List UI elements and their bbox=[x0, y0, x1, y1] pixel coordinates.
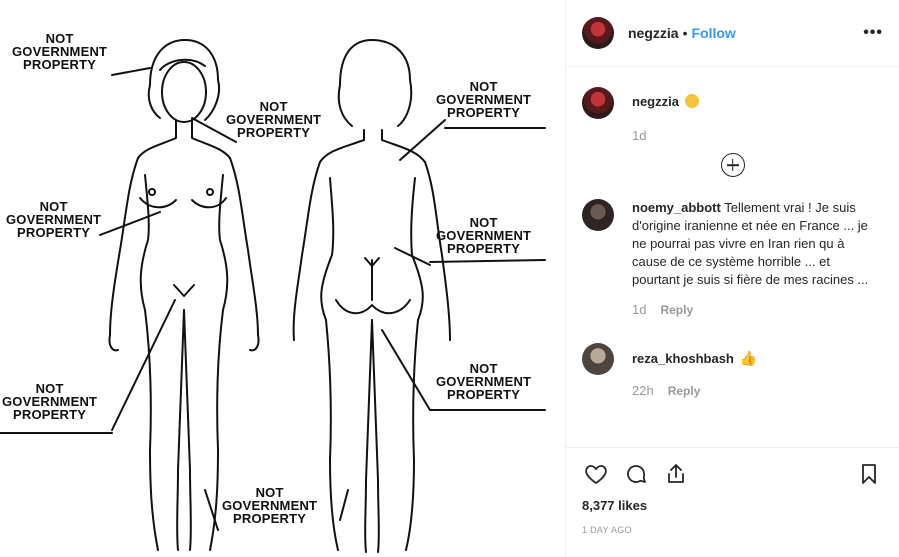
comment-time[interactable]: 22h bbox=[632, 382, 654, 400]
likes-count[interactable]: 8,377 likes bbox=[582, 498, 883, 513]
post-timestamp[interactable]: 1 DAY AGO bbox=[582, 525, 883, 535]
avatar[interactable] bbox=[582, 199, 614, 231]
avatar[interactable] bbox=[582, 343, 614, 375]
label-back-upper: NOT GOVERNMENT PROPERTY bbox=[436, 79, 532, 120]
label-chest-front: NOT GOVERNMENT PROPERTY bbox=[6, 199, 102, 240]
follow-button[interactable]: Follow bbox=[691, 25, 735, 41]
list-item: noemy_abbott Tellement vrai ! Je suis d'… bbox=[582, 199, 883, 319]
post-image[interactable]: NOT GOVERNMENT PROPERTY NOT GOVERNMENT PROPE… bbox=[0, 0, 565, 557]
more-options-icon[interactable]: ••• bbox=[863, 24, 883, 42]
reply-button[interactable]: Reply bbox=[668, 382, 701, 400]
label-back-lower: NOT GOVERNMENT PROPERTY bbox=[436, 361, 532, 402]
post-side-panel: negzzia • Follow ••• negzzia 1d noemy_ab… bbox=[565, 0, 899, 557]
avatar[interactable] bbox=[582, 17, 614, 49]
comments-list: negzzia 1d noemy_abbott Tellement vrai !… bbox=[566, 67, 899, 447]
comment-username[interactable]: reza_khoshbash bbox=[632, 351, 734, 366]
post-author-username[interactable]: negzzia bbox=[628, 25, 679, 41]
thumbs-up-emoji-icon: 👍 bbox=[739, 350, 757, 366]
share-icon[interactable] bbox=[662, 460, 690, 488]
separator-dot: • bbox=[682, 25, 688, 41]
post-header: negzzia • Follow ••• bbox=[566, 0, 899, 67]
smirk-emoji-icon bbox=[684, 94, 699, 108]
avatar[interactable] bbox=[582, 87, 614, 119]
comment-icon[interactable] bbox=[622, 460, 650, 488]
comment-time[interactable]: 1d bbox=[632, 301, 646, 319]
label-hips-front: NOT GOVERNMENT PROPERTY bbox=[2, 381, 98, 422]
caption-username[interactable]: negzzia bbox=[632, 94, 679, 109]
caption: negzzia 1d bbox=[582, 87, 883, 145]
label-head-front: NOT GOVERNMENT PROPERTY bbox=[12, 31, 108, 72]
post-actions: 8,377 likes 1 DAY AGO bbox=[566, 447, 899, 535]
bookmark-icon[interactable] bbox=[855, 460, 883, 488]
label-legs: NOT GOVERNMENT PROPERTY bbox=[222, 485, 318, 526]
list-item: reza_khoshbash 👍 22h Reply bbox=[582, 343, 883, 400]
comment-username[interactable]: noemy_abbott bbox=[632, 200, 721, 215]
reply-button[interactable]: Reply bbox=[660, 301, 693, 319]
plus-circle-icon[interactable] bbox=[720, 153, 745, 177]
label-face-front: NOT GOVERNMENT PROPERTY bbox=[226, 99, 322, 140]
caption-time[interactable]: 1d bbox=[632, 127, 646, 145]
heart-icon[interactable] bbox=[582, 460, 610, 488]
label-back-waist: NOT GOVERNMENT PROPERTY bbox=[436, 215, 532, 256]
